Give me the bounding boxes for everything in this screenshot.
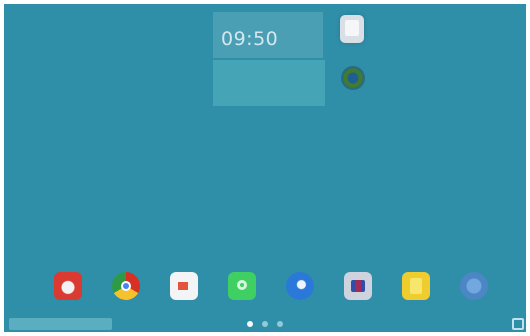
search-widget[interactable] (213, 60, 325, 106)
phone-icon[interactable] (228, 272, 256, 300)
settings-icon[interactable] (460, 272, 488, 300)
globe-browser-icon[interactable] (286, 272, 314, 300)
clock-widget[interactable]: 09:50 (213, 12, 323, 58)
home-screen: 09:50 (4, 4, 526, 332)
play-store-icon[interactable] (170, 272, 198, 300)
page-dot-1[interactable] (247, 321, 253, 327)
gallery-icon[interactable] (344, 272, 372, 300)
clock-time: 09:50 (221, 28, 279, 50)
page-dot-3[interactable] (277, 321, 283, 327)
page-dot-2[interactable] (262, 321, 268, 327)
app-shortcut-2-icon[interactable] (341, 66, 365, 90)
bottom-search-bar[interactable] (9, 318, 112, 330)
dock (54, 272, 488, 300)
red-app-icon[interactable] (54, 272, 82, 300)
app-shortcut-1-icon[interactable] (340, 15, 364, 43)
chrome-icon[interactable] (112, 272, 140, 300)
apps-button[interactable] (512, 318, 524, 330)
notes-icon[interactable] (402, 272, 430, 300)
page-indicator (247, 320, 292, 328)
